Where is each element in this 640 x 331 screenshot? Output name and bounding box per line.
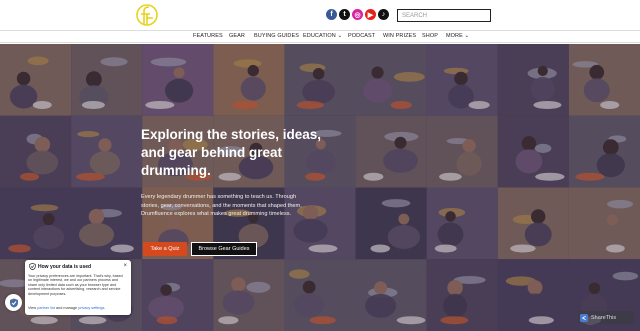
close-icon[interactable]: × [123,263,127,269]
shield-icon [9,298,18,307]
privacy-settings-shield-icon[interactable] [5,294,22,311]
privacy-notice-title: How your data is used [38,264,92,270]
nav-item-more[interactable]: MORE ⌄ [446,33,469,39]
nav-item-label: MORE [446,33,463,39]
drumfluence-logo[interactable] [134,2,160,28]
partner-list-link[interactable]: partner list [37,306,55,310]
main-navigation: FEATURES GEAR BUYING GUIDES EDUCATION ⌄ PODC… [0,30,640,43]
nav-item-shop[interactable]: SHOP [422,33,438,39]
privacy-notice: How your data is used × Your privacy pre… [25,260,131,315]
chevron-down-icon: ⌄ [462,33,470,39]
tiktok-icon[interactable]: ♪ [378,9,389,20]
nav-item-label: BUYING GUIDES [254,33,300,39]
nav-item-education[interactable]: EDUCATION ⌄ [303,33,342,39]
shield-check-icon [29,263,36,270]
chevron-down-icon: ⌄ [335,33,343,39]
search-input[interactable]: SEARCH [397,9,491,22]
nav-item-podcast[interactable]: PODCAST [348,33,375,39]
instagram-icon[interactable]: ◎ [352,9,363,20]
privacy-settings-link[interactable]: privacy settings [78,306,104,310]
privacy-notice-text: Your privacy preferences are important. … [28,274,123,296]
watermark-text: ShareThis [591,314,617,321]
take-quiz-button[interactable]: Take a Quiz [143,242,187,256]
nav-item-label: FEATURES [193,33,223,39]
links-prefix: View [28,306,37,310]
site-header: f t ◎ ▶ ♪ SEARCH [0,0,640,30]
nav-item-label: PODCAST [348,33,376,39]
links-middle: and manage [56,306,78,310]
privacy-notice-links: View partner list and manage privacy set… [28,306,105,310]
nav-item-label: EDUCATION [303,33,336,39]
youtube-icon[interactable]: ▶ [365,9,376,20]
facebook-icon[interactable]: f [326,9,337,20]
browse-gear-guides-button[interactable]: Browse Gear Guides [191,242,257,256]
hero-description: Every legendary drummer has something to… [141,194,302,218]
nav-item-features[interactable]: FEATURES [193,33,223,39]
hero-headline: Exploring the stories, ideas, and gear b… [141,127,322,178]
nav-item-win-prizes[interactable]: WIN PRIZES [383,33,416,39]
nav-item-buying-guides[interactable]: BUYING GUIDES [254,33,299,39]
links-suffix: . [104,306,106,310]
sharethis-badge[interactable]: ShareThis [578,311,634,324]
nav-item-gear[interactable]: GEAR [229,33,245,39]
share-icon [580,313,588,322]
twitter-icon[interactable]: t [339,9,350,20]
nav-item-label: SHOP [422,33,438,39]
nav-item-label: WIN PRIZES [383,33,417,39]
nav-item-label: GEAR [229,33,245,39]
